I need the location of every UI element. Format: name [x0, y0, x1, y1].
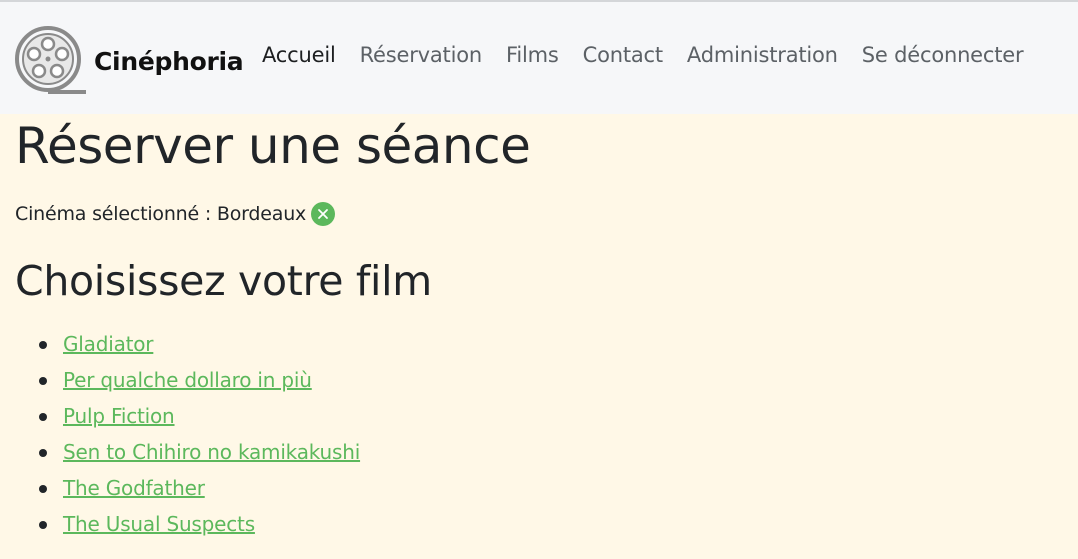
- list-item: Sen to Chihiro no kamikakushi: [38, 436, 360, 472]
- film-reel-icon: [14, 25, 88, 97]
- list-item: Gladiator: [38, 328, 360, 364]
- close-circle-icon[interactable]: [311, 202, 336, 226]
- main-nav: Accueil Réservation Films Contact Admini…: [262, 43, 1047, 67]
- list-item: Pulp Fiction: [38, 400, 360, 436]
- list-item: The Godfather: [38, 472, 360, 508]
- film-link-the-usual-suspects[interactable]: The Usual Suspects: [63, 512, 255, 536]
- nav-item-logout[interactable]: Se déconnecter: [862, 43, 1024, 67]
- nav-item-administration[interactable]: Administration: [687, 43, 838, 67]
- page-title: Réserver une séance: [15, 117, 531, 175]
- film-link-gladiator[interactable]: Gladiator: [63, 332, 154, 356]
- nav-item-films[interactable]: Films: [506, 43, 559, 67]
- nav-item-contact[interactable]: Contact: [583, 43, 664, 67]
- nav-item-reservation[interactable]: Réservation: [360, 43, 483, 67]
- films-heading: Choisissez votre film: [15, 257, 432, 305]
- list-item: The Usual Suspects: [38, 508, 360, 544]
- film-link-per-qualche-dollaro[interactable]: Per qualche dollaro in più: [63, 368, 312, 392]
- selected-cinema-label: Cinéma sélectionné : Bordeaux: [15, 203, 307, 225]
- brand[interactable]: Cinéphoria: [14, 25, 244, 97]
- list-item: Per qualche dollaro in più: [38, 364, 360, 400]
- brand-name: Cinéphoria: [94, 46, 244, 76]
- nav-item-accueil[interactable]: Accueil: [262, 43, 336, 67]
- film-link-the-godfather[interactable]: The Godfather: [63, 476, 205, 500]
- film-link-pulp-fiction[interactable]: Pulp Fiction: [63, 404, 175, 428]
- film-list: Gladiator Per qualche dollaro in più Pul…: [15, 328, 360, 544]
- film-link-sen-to-chihiro[interactable]: Sen to Chihiro no kamikakushi: [63, 440, 360, 464]
- navbar: Cinéphoria Accueil Réservation Films Con…: [0, 0, 1078, 114]
- selected-cinema: Cinéma sélectionné : Bordeaux: [15, 202, 336, 226]
